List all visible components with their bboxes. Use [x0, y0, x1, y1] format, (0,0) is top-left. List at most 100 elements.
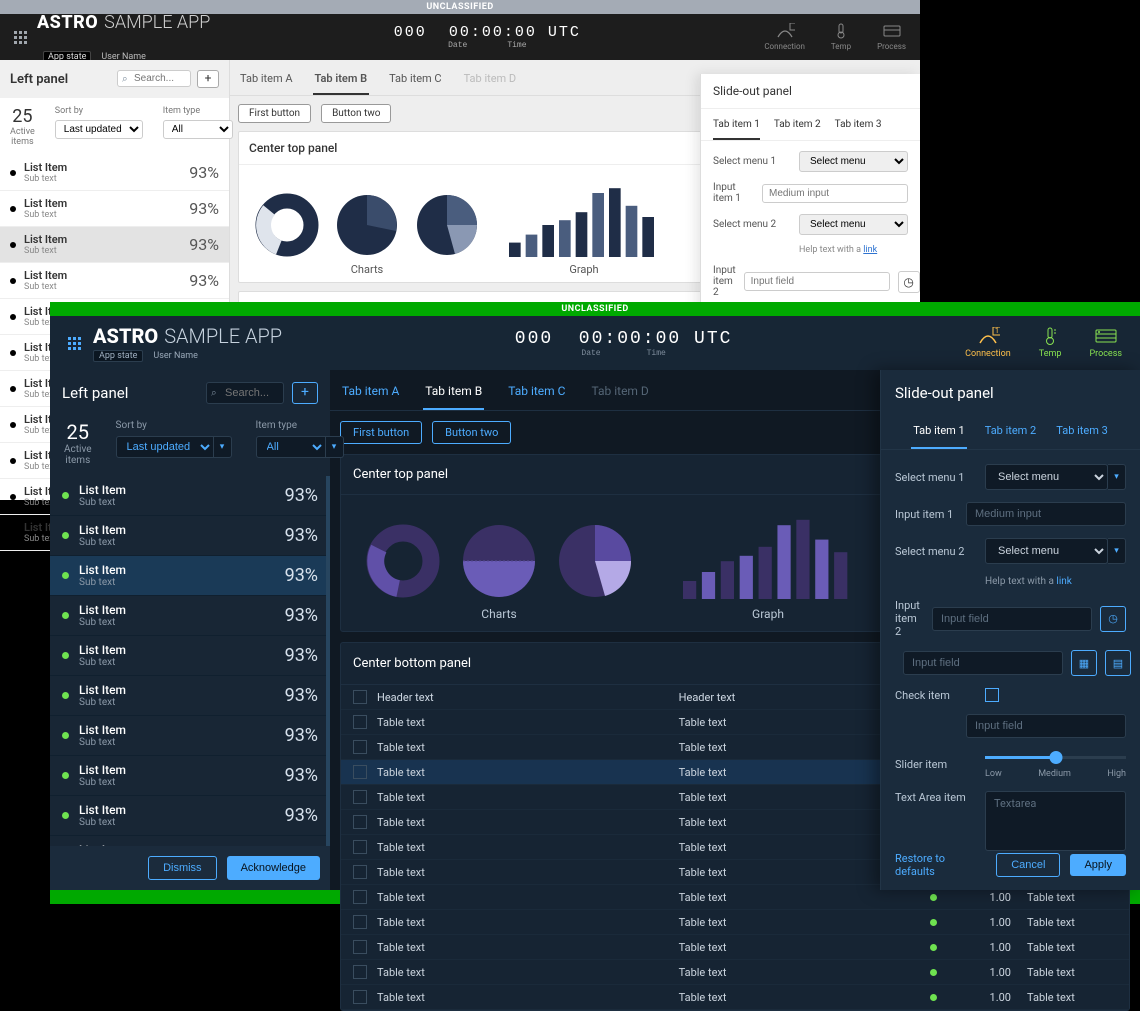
checkbox[interactable]	[353, 890, 367, 904]
clock-icon[interactable]: ◷	[1100, 606, 1126, 632]
type-select[interactable]: All	[163, 120, 233, 139]
slide-tab-1[interactable]: Tab item 1	[911, 416, 967, 449]
slider[interactable]: LowMediumHigh	[985, 750, 1126, 779]
help-link[interactable]: link	[863, 245, 877, 255]
select-menu-2[interactable]: Select menu	[799, 214, 908, 235]
select-menu-1[interactable]: Select menu	[985, 464, 1108, 490]
grid-icon[interactable]: ▦	[1071, 650, 1097, 676]
slide-tab-2[interactable]: Tab item 2	[983, 416, 1039, 449]
svg-text:1: 1	[995, 327, 999, 335]
list-item[interactable]: List ItemSub text93%	[50, 676, 330, 716]
global-status-bar: ASTRO SAMPLE APP App state User Name 000…	[50, 316, 1140, 370]
second-button[interactable]: Button two	[321, 104, 391, 123]
extra-input[interactable]	[966, 714, 1126, 738]
checkbox[interactable]	[353, 915, 367, 929]
slide-tab-1[interactable]: Tab item 1	[713, 119, 760, 140]
left-panel: Left panel ⌕ + 25 Active items Sort by L…	[50, 370, 330, 890]
classification-bar: UNCLASSIFIED	[50, 302, 1140, 316]
process-status-icon[interactable]: Process	[1089, 327, 1122, 359]
select-menu-1[interactable]: Select menu	[799, 151, 908, 172]
list-item[interactable]: List ItemSub text93%	[50, 636, 330, 676]
list-item[interactable]: List ItemSub text93%	[50, 716, 330, 756]
brand: ASTRO	[37, 12, 98, 33]
tab-c[interactable]: Tab item C	[506, 380, 567, 410]
checkbox[interactable]	[353, 965, 367, 979]
cancel-button[interactable]: Cancel	[996, 853, 1060, 877]
status-dot-icon	[62, 692, 69, 699]
dismiss-button[interactable]: Dismiss	[148, 856, 217, 880]
temp-status-icon[interactable]: Temp	[831, 23, 851, 51]
tab-c[interactable]: Tab item C	[387, 68, 444, 95]
help-link[interactable]: link	[1056, 576, 1071, 587]
tab-a[interactable]: Tab item A	[340, 380, 401, 410]
active-count: 25	[10, 106, 35, 127]
list-item[interactable]: List ItemSub text93%	[0, 155, 229, 191]
list-item[interactable]: List ItemSub text93%	[50, 796, 330, 836]
checkbox[interactable]	[353, 715, 367, 729]
table-row[interactable]: Table textTable text1.00Table text	[341, 960, 1129, 985]
apps-icon[interactable]	[68, 337, 81, 350]
list-item[interactable]: List ItemSub text93%	[0, 191, 229, 227]
sort-select[interactable]: Last updated	[116, 436, 214, 458]
checkbox[interactable]	[353, 790, 367, 804]
sort-select[interactable]: Last updated	[55, 120, 143, 139]
table-row[interactable]: Table textTable text1.00Table text	[341, 910, 1129, 935]
tab-d: Tab item D	[589, 380, 650, 410]
checkbox[interactable]	[353, 840, 367, 854]
add-button[interactable]: +	[197, 70, 219, 88]
list-item[interactable]: List ItemSub text93%	[50, 476, 330, 516]
input-item-2a[interactable]	[932, 607, 1092, 631]
tab-b[interactable]: Tab item B	[313, 68, 370, 95]
first-button[interactable]: First button	[340, 421, 422, 444]
checkbox[interactable]	[353, 815, 367, 829]
status-dot-icon	[62, 532, 69, 539]
list-item[interactable]: List ItemSub text93%	[50, 596, 330, 636]
left-panel-search[interactable]	[117, 70, 191, 87]
pie-chart-1	[461, 523, 537, 599]
checkbox[interactable]	[353, 690, 367, 704]
list-item[interactable]: List ItemSub text93%	[0, 263, 229, 299]
input-item-2a[interactable]	[744, 272, 890, 291]
slide-tab-3[interactable]: Tab item 3	[835, 119, 882, 140]
slide-tab-2[interactable]: Tab item 2	[774, 119, 821, 140]
second-button[interactable]: Button two	[432, 421, 511, 444]
connection-status-icon[interactable]: Connection	[764, 23, 805, 51]
apps-icon[interactable]	[14, 31, 27, 44]
temp-status-icon[interactable]: Temp	[1039, 327, 1062, 359]
list-item[interactable]: List ItemSub text93%	[50, 756, 330, 796]
table-row[interactable]: Table textTable text1.00Table text	[341, 985, 1129, 1010]
search-icon: ⌕	[211, 388, 217, 399]
checkbox[interactable]	[353, 990, 367, 1004]
status-dot-icon	[62, 612, 69, 619]
add-button[interactable]: +	[292, 382, 318, 404]
clock-icon[interactable]: ◷	[898, 271, 920, 293]
table-row[interactable]: Table textTable text1.00Table text	[341, 935, 1129, 960]
restore-link[interactable]: Restore to defaults	[895, 852, 986, 878]
list-item[interactable]: List ItemSub text93%	[50, 516, 330, 556]
check-item[interactable]	[985, 688, 999, 702]
select-menu-2[interactable]: Select menu	[985, 538, 1108, 564]
pie-chart-1	[335, 193, 399, 257]
apply-button[interactable]: Apply	[1070, 854, 1126, 876]
tab-a[interactable]: Tab item A	[238, 68, 295, 95]
input-item-1[interactable]	[762, 184, 908, 203]
input-item-2b[interactable]	[903, 651, 1063, 675]
checkbox[interactable]	[353, 865, 367, 879]
slide-tab-3[interactable]: Tab item 3	[1054, 416, 1110, 449]
list-item[interactable]: List ItemSub text93%	[0, 227, 229, 263]
checkbox[interactable]	[353, 740, 367, 754]
input-item-1[interactable]	[966, 502, 1126, 526]
grid-icon-2[interactable]: ▤	[1105, 650, 1131, 676]
status-dot-icon	[62, 652, 69, 659]
acknowledge-button[interactable]: Acknowledge	[227, 856, 320, 880]
app-name: SAMPLE APP	[104, 12, 210, 33]
checkbox[interactable]	[353, 940, 367, 954]
left-panel-search[interactable]	[206, 382, 284, 404]
first-button[interactable]: First button	[238, 104, 311, 123]
type-select[interactable]: All	[256, 436, 326, 458]
process-status-icon[interactable]: Process	[877, 23, 906, 51]
connection-status-icon[interactable]: 1Connection	[965, 327, 1011, 359]
checkbox[interactable]	[353, 765, 367, 779]
tab-b[interactable]: Tab item B	[423, 380, 484, 410]
list-item[interactable]: List ItemSub text93%	[50, 556, 330, 596]
